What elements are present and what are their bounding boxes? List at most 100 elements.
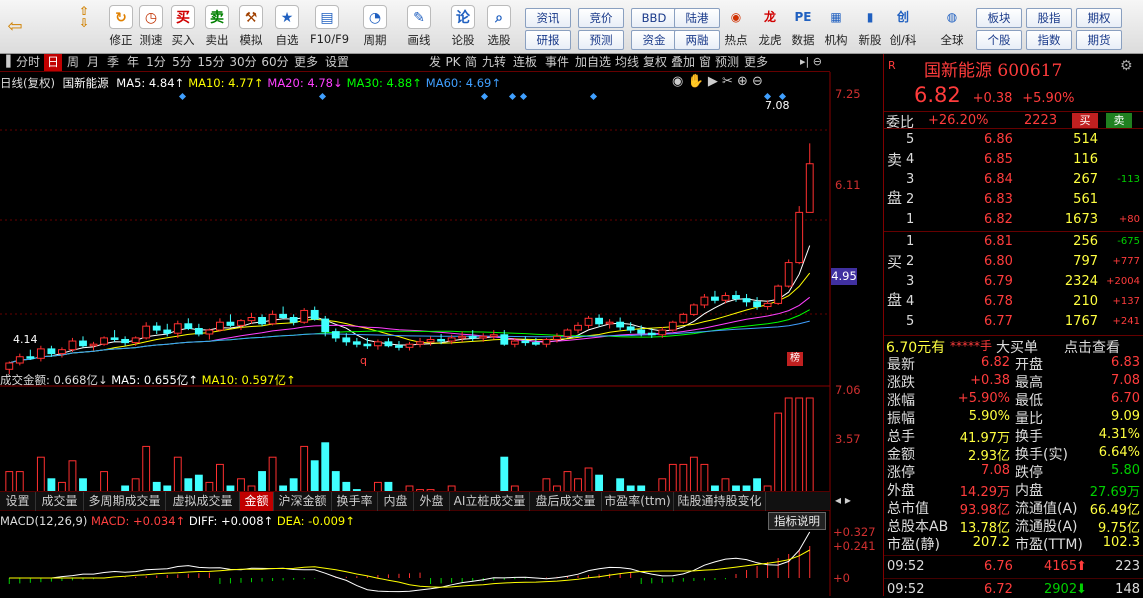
asks-level-row[interactable]: 2 6.83 561 [884,190,1143,210]
grid-button[interactable]: ▦ 机构 [819,4,853,52]
settings-gear-icon[interactable]: ⚙ [1120,58,1133,74]
function-tab[interactable]: 简 [464,54,478,71]
function-tab[interactable]: 复权 [642,54,668,71]
quick-button[interactable]: 预测 [578,30,624,50]
clock-icon: ◔ [363,5,387,29]
bids-level-row[interactable]: 2 6.80 797 +777 [884,252,1143,272]
quick-button[interactable]: 研报 [525,30,571,50]
indicator-tab[interactable]: 虚拟成交量 [166,492,240,511]
period-tab[interactable]: 日 [44,54,62,71]
quick-button[interactable]: 股指 [1026,8,1072,28]
function-tab[interactable]: 窗 [698,54,712,71]
period-tab[interactable]: 60分 [260,54,290,71]
hammer-button[interactable]: ⚒ 模拟 [234,4,268,52]
refresh-button[interactable]: ↻ 修正 [104,4,138,52]
quick-button[interactable]: 期货 [1076,30,1122,50]
period-tab[interactable]: 更多 [292,54,320,71]
star-button[interactable]: ★ 自选 [270,4,304,52]
price-line: 6.82 +0.38 +5.90% [914,83,1074,107]
indicator-tab[interactable]: 盘后成交量 [530,492,602,511]
quick-button[interactable]: 陆港 [674,8,720,28]
window-button[interactable]: ▤ F10/F9 [310,4,349,52]
indicator-tab[interactable]: 沪深金额 [274,492,332,511]
bids-level-row[interactable]: 4 6.78 210 +137 [884,292,1143,312]
asks-level-row[interactable]: 1 6.82 1673 +80 [884,210,1143,230]
level-index: 4 [906,294,915,309]
bids-level-row[interactable]: 1 6.81 256 -675 [884,232,1143,252]
stat-value: 5.80 [1111,463,1140,478]
bids-level-row[interactable]: 3 6.79 2324 +2004 [884,272,1143,292]
quick-button[interactable]: 指数 [1026,30,1072,50]
quick-button[interactable]: BBD [631,8,677,28]
function-tab[interactable]: 发 [428,54,442,71]
hot-button[interactable]: ◉ 热点 [719,4,753,52]
function-tab[interactable]: PK [444,54,462,71]
function-tab[interactable]: 连板 [510,54,540,71]
period-tab[interactable]: 设置 [322,54,352,71]
function-tab[interactable]: 均线 [614,54,640,71]
stopwatch-button[interactable]: ◷ 测速 [134,4,168,52]
billboard-marker[interactable]: 榜 [787,352,803,366]
period-tab[interactable]: 30分 [228,54,258,71]
quick-button[interactable]: 竞价 [578,8,624,28]
quick-button[interactable]: 个股 [976,30,1022,50]
quick-button[interactable]: 期权 [1076,8,1122,28]
back-arrow-icon[interactable]: ⇦ [4,8,26,46]
bids-level-row[interactable]: 5 6.77 1767 +241 [884,312,1143,332]
clock-button[interactable]: ◔ 周期 [358,4,392,52]
function-tab[interactable]: 更多 [742,54,770,71]
event-marker-q[interactable]: q [360,354,367,367]
indicator-tab[interactable]: 市盈率(ttm) [602,492,674,511]
discuss-button[interactable]: 论论股 [446,4,480,52]
indicator-tab[interactable]: 内盘 [378,492,414,511]
indicator-tab[interactable]: 陆股通持股变化 [674,492,766,511]
pencil-button[interactable]: ✎ 画线 [402,4,436,52]
function-tab[interactable]: 加自选 [574,54,612,71]
indicator-tab[interactable]: 多周期成交量 [84,492,166,511]
asks-level-row[interactable]: 4 6.85 116 [884,150,1143,170]
period-tab[interactable]: 分时 [14,54,42,71]
period-tab[interactable]: 5分 [170,54,194,71]
indicator-tab[interactable]: 金额 [240,492,274,511]
indicator-tab[interactable]: AI立桩成交量 [450,492,530,511]
search-button[interactable]: ⌕ 选股 [482,4,516,52]
asks-level-row[interactable]: 5 6.86 514 [884,130,1143,150]
period-tab[interactable]: 周 [64,54,82,71]
stock-name: 国新能源 [924,61,992,81]
collapse-icon[interactable]: ▸| ⊖ [800,55,822,68]
indicator-scroll[interactable]: ◂ ▸ [835,493,883,509]
asks-level-row[interactable]: 3 6.84 267 -113 [884,170,1143,190]
macd-dea: DEA: -0.009↑ [276,514,355,528]
quick-button[interactable]: 板块 [976,8,1022,28]
quick-buy-button[interactable]: 买 [1072,113,1098,128]
period-tab[interactable]: 1分 [144,54,168,71]
quick-button[interactable]: 两融 [674,30,720,50]
function-tab[interactable]: 九转 [480,54,508,71]
period-tab[interactable]: 15分 [196,54,226,71]
toolbar-button-label: 热点 [724,33,748,47]
indicator-help-button[interactable]: 指标说明 [768,512,826,530]
chuang-button[interactable]: 创创/科 [886,4,920,52]
indicator-tab[interactable]: 外盘 [414,492,450,511]
quick-sell-button[interactable]: 卖 [1106,113,1132,128]
indicator-tab[interactable]: 成交量 [36,492,84,511]
function-tab[interactable]: 事件 [542,54,572,71]
indicator-tab[interactable]: 设置 [0,492,36,511]
pe-button[interactable]: PE 数据 [786,4,820,52]
period-tab[interactable]: 年 [124,54,142,71]
buy-button[interactable]: 买买入 [166,4,200,52]
period-tab[interactable]: 月 [84,54,102,71]
function-tab[interactable]: 叠加 [670,54,696,71]
sell-button[interactable]: 卖卖出 [200,4,234,52]
quick-button[interactable]: 资讯 [525,8,571,28]
tab-list-icon[interactable]: ▐ [2,55,10,68]
period-tab[interactable]: 季 [104,54,122,71]
dragon-button[interactable]: 龙龙虎 [753,4,787,52]
indicator-tab[interactable]: 换手率 [332,492,378,511]
level-volume: 267 [1073,172,1098,187]
globe-button[interactable]: ◍ 全球 [935,4,969,52]
chart-button[interactable]: ▮ 新股 [853,4,887,52]
quick-button[interactable]: 资金 [631,30,677,50]
nav-updown[interactable]: ⇧⇩ . [70,4,98,52]
function-tab[interactable]: 预测 [714,54,740,71]
